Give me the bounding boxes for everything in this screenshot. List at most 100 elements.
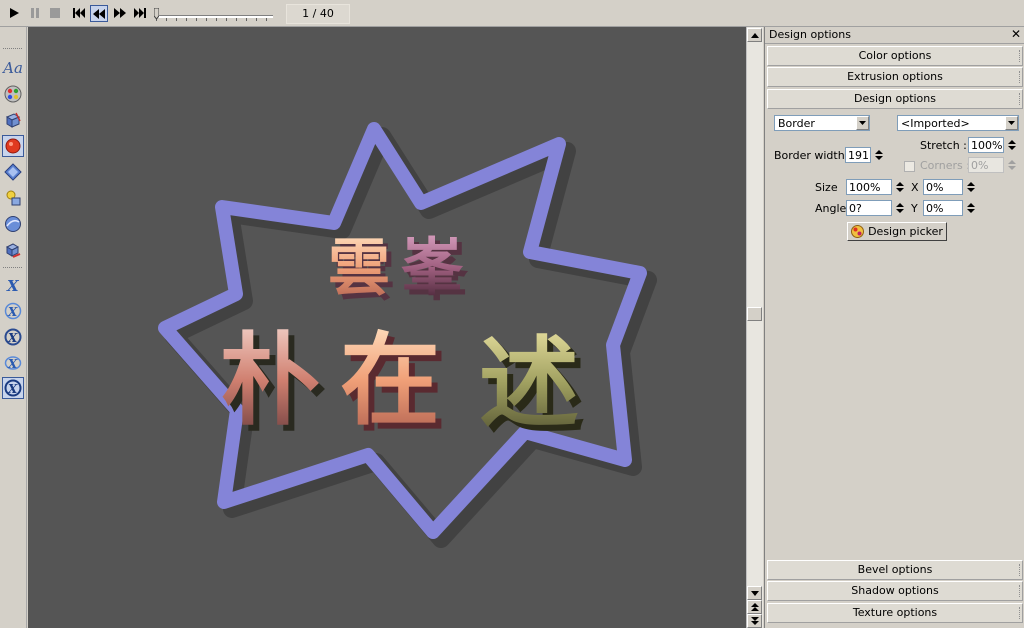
svg-text:X: X <box>7 357 18 371</box>
design-type-select[interactable]: Border <box>774 115 870 131</box>
border-width-spinner[interactable] <box>873 147 884 163</box>
dropdown-arrow-icon <box>1005 116 1018 130</box>
play-icon <box>10 8 19 18</box>
section-extrusion-options[interactable]: Extrusion options <box>767 67 1023 87</box>
stop-icon <box>50 8 60 18</box>
x-offset-input[interactable]: 0% <box>923 179 963 195</box>
bevel-options-button[interactable] <box>2 161 24 183</box>
scroll-thumb[interactable] <box>747 307 762 321</box>
playback-toolbar: 1 / 40 <box>0 0 1024 27</box>
arrow-up-icon <box>750 32 759 38</box>
design-canvas[interactable]: 雲 雲 峯 峯 朴 朴 在 在 述 述 <box>28 27 746 628</box>
extrusion-cube-icon <box>5 112 21 128</box>
rotate-x2-icon: X <box>4 302 22 320</box>
toolbar-grip[interactable] <box>3 48 22 51</box>
design-options-button[interactable] <box>2 135 24 157</box>
section-color-options[interactable]: Color options <box>767 46 1023 66</box>
first-frame-icon <box>73 8 85 18</box>
section-shadow-options[interactable]: Shadow options <box>767 581 1023 601</box>
extrusion-options-button[interactable] <box>2 109 24 131</box>
size-input[interactable]: 100% <box>846 179 892 195</box>
main-char-2: 在 <box>340 321 440 439</box>
lighting-icon <box>6 190 21 206</box>
panel-title-bar: Design options ✕ <box>765 27 1024 44</box>
fast-forward-button[interactable] <box>112 5 128 21</box>
frame-slider-thumb[interactable] <box>154 8 159 20</box>
text-tool-icon: Aa <box>3 59 23 77</box>
svg-text:X: X <box>7 382 18 396</box>
spinner-arrows-icon <box>1007 160 1016 170</box>
first-frame-button[interactable] <box>71 5 87 21</box>
spinner-arrows-icon <box>895 182 904 192</box>
rewind-button[interactable] <box>90 5 108 22</box>
spinner-arrows-icon <box>966 203 975 213</box>
texture-options-button[interactable] <box>2 213 24 235</box>
y-offset-spinner[interactable] <box>965 200 976 216</box>
bevel-diamond-icon <box>4 163 22 181</box>
size-label: Size <box>815 181 838 194</box>
size-spinner[interactable] <box>894 179 905 195</box>
texture-sphere-icon <box>5 216 21 232</box>
rotate-x4-button[interactable]: X <box>2 352 24 374</box>
toolbar-grip-2[interactable] <box>3 267 22 270</box>
stop-button[interactable] <box>47 5 63 21</box>
rotate-x2-button[interactable]: X <box>2 300 24 322</box>
design-picker-label: Design picker <box>868 225 943 238</box>
corners-value: 0% <box>971 159 989 172</box>
angle-value: 0? <box>849 202 862 215</box>
stretch-input[interactable]: 100% <box>968 137 1004 153</box>
scroll-up-button[interactable] <box>747 28 762 42</box>
play-button[interactable] <box>6 5 22 21</box>
color-options-button[interactable] <box>2 83 24 105</box>
pause-button[interactable] <box>27 5 43 21</box>
last-frame-button[interactable] <box>132 5 148 21</box>
rotate-x3-button[interactable]: X <box>2 326 24 348</box>
top-char-1-face: 雲 <box>328 231 390 304</box>
design-preset-value: <Imported> <box>901 117 970 130</box>
fast-forward-icon <box>114 8 126 18</box>
rotate-x5-icon: X <box>4 379 22 397</box>
main-char-1: 朴 <box>220 321 320 439</box>
design-preset-select[interactable]: <Imported> <box>897 115 1019 131</box>
x-offset-value: 0% <box>926 181 944 194</box>
section-label: Design options <box>854 92 936 105</box>
spinner-arrows-icon <box>874 150 883 160</box>
angle-label: Angle <box>815 202 847 215</box>
corners-spinner[interactable] <box>1006 157 1017 173</box>
canvas-vertical-scrollbar[interactable] <box>746 27 763 628</box>
lighting-options-button[interactable] <box>2 187 24 209</box>
scroll-page-down-button[interactable] <box>747 614 762 628</box>
spinner-arrows-icon <box>895 203 904 213</box>
svg-text:X: X <box>6 277 20 294</box>
artwork: 雲 雲 峯 峯 朴 朴 在 在 述 述 <box>158 122 657 548</box>
corners-input[interactable]: 0% <box>968 157 1004 173</box>
design-picker-button[interactable]: Design picker <box>847 222 947 241</box>
color-palette-icon <box>4 85 22 103</box>
rotate-x3-icon: X <box>4 328 22 346</box>
scroll-page-up-button[interactable] <box>747 600 762 614</box>
section-bevel-options[interactable]: Bevel options <box>767 560 1023 580</box>
main-char-3: 述 <box>479 324 579 442</box>
border-width-input[interactable]: 191 <box>845 147 871 163</box>
angle-spinner[interactable] <box>894 200 905 216</box>
section-label: Color options <box>858 49 932 62</box>
stretch-spinner[interactable] <box>1006 137 1017 153</box>
scroll-down-button[interactable] <box>747 586 762 600</box>
section-texture-options[interactable]: Texture options <box>767 603 1023 623</box>
shadow-options-button[interactable] <box>2 239 24 261</box>
stretch-label: Stretch : <box>920 139 967 152</box>
rotate-x-button[interactable]: X <box>2 274 24 296</box>
corners-checkbox[interactable] <box>904 161 915 172</box>
close-icon[interactable]: ✕ <box>1011 27 1021 41</box>
border-width-value: 191 <box>848 149 869 162</box>
y-offset-input[interactable]: 0% <box>923 200 963 216</box>
shadow-cube-icon <box>5 243 21 258</box>
angle-input[interactable]: 0? <box>846 200 892 216</box>
section-label: Texture options <box>852 606 938 619</box>
x-offset-spinner[interactable] <box>965 179 976 195</box>
y-offset-value: 0% <box>926 202 944 215</box>
section-design-options[interactable]: Design options <box>767 89 1023 109</box>
text-tool-button[interactable]: Aa <box>2 57 24 79</box>
rotate-x5-button[interactable]: X <box>2 377 24 399</box>
spinner-arrows-icon <box>966 182 975 192</box>
